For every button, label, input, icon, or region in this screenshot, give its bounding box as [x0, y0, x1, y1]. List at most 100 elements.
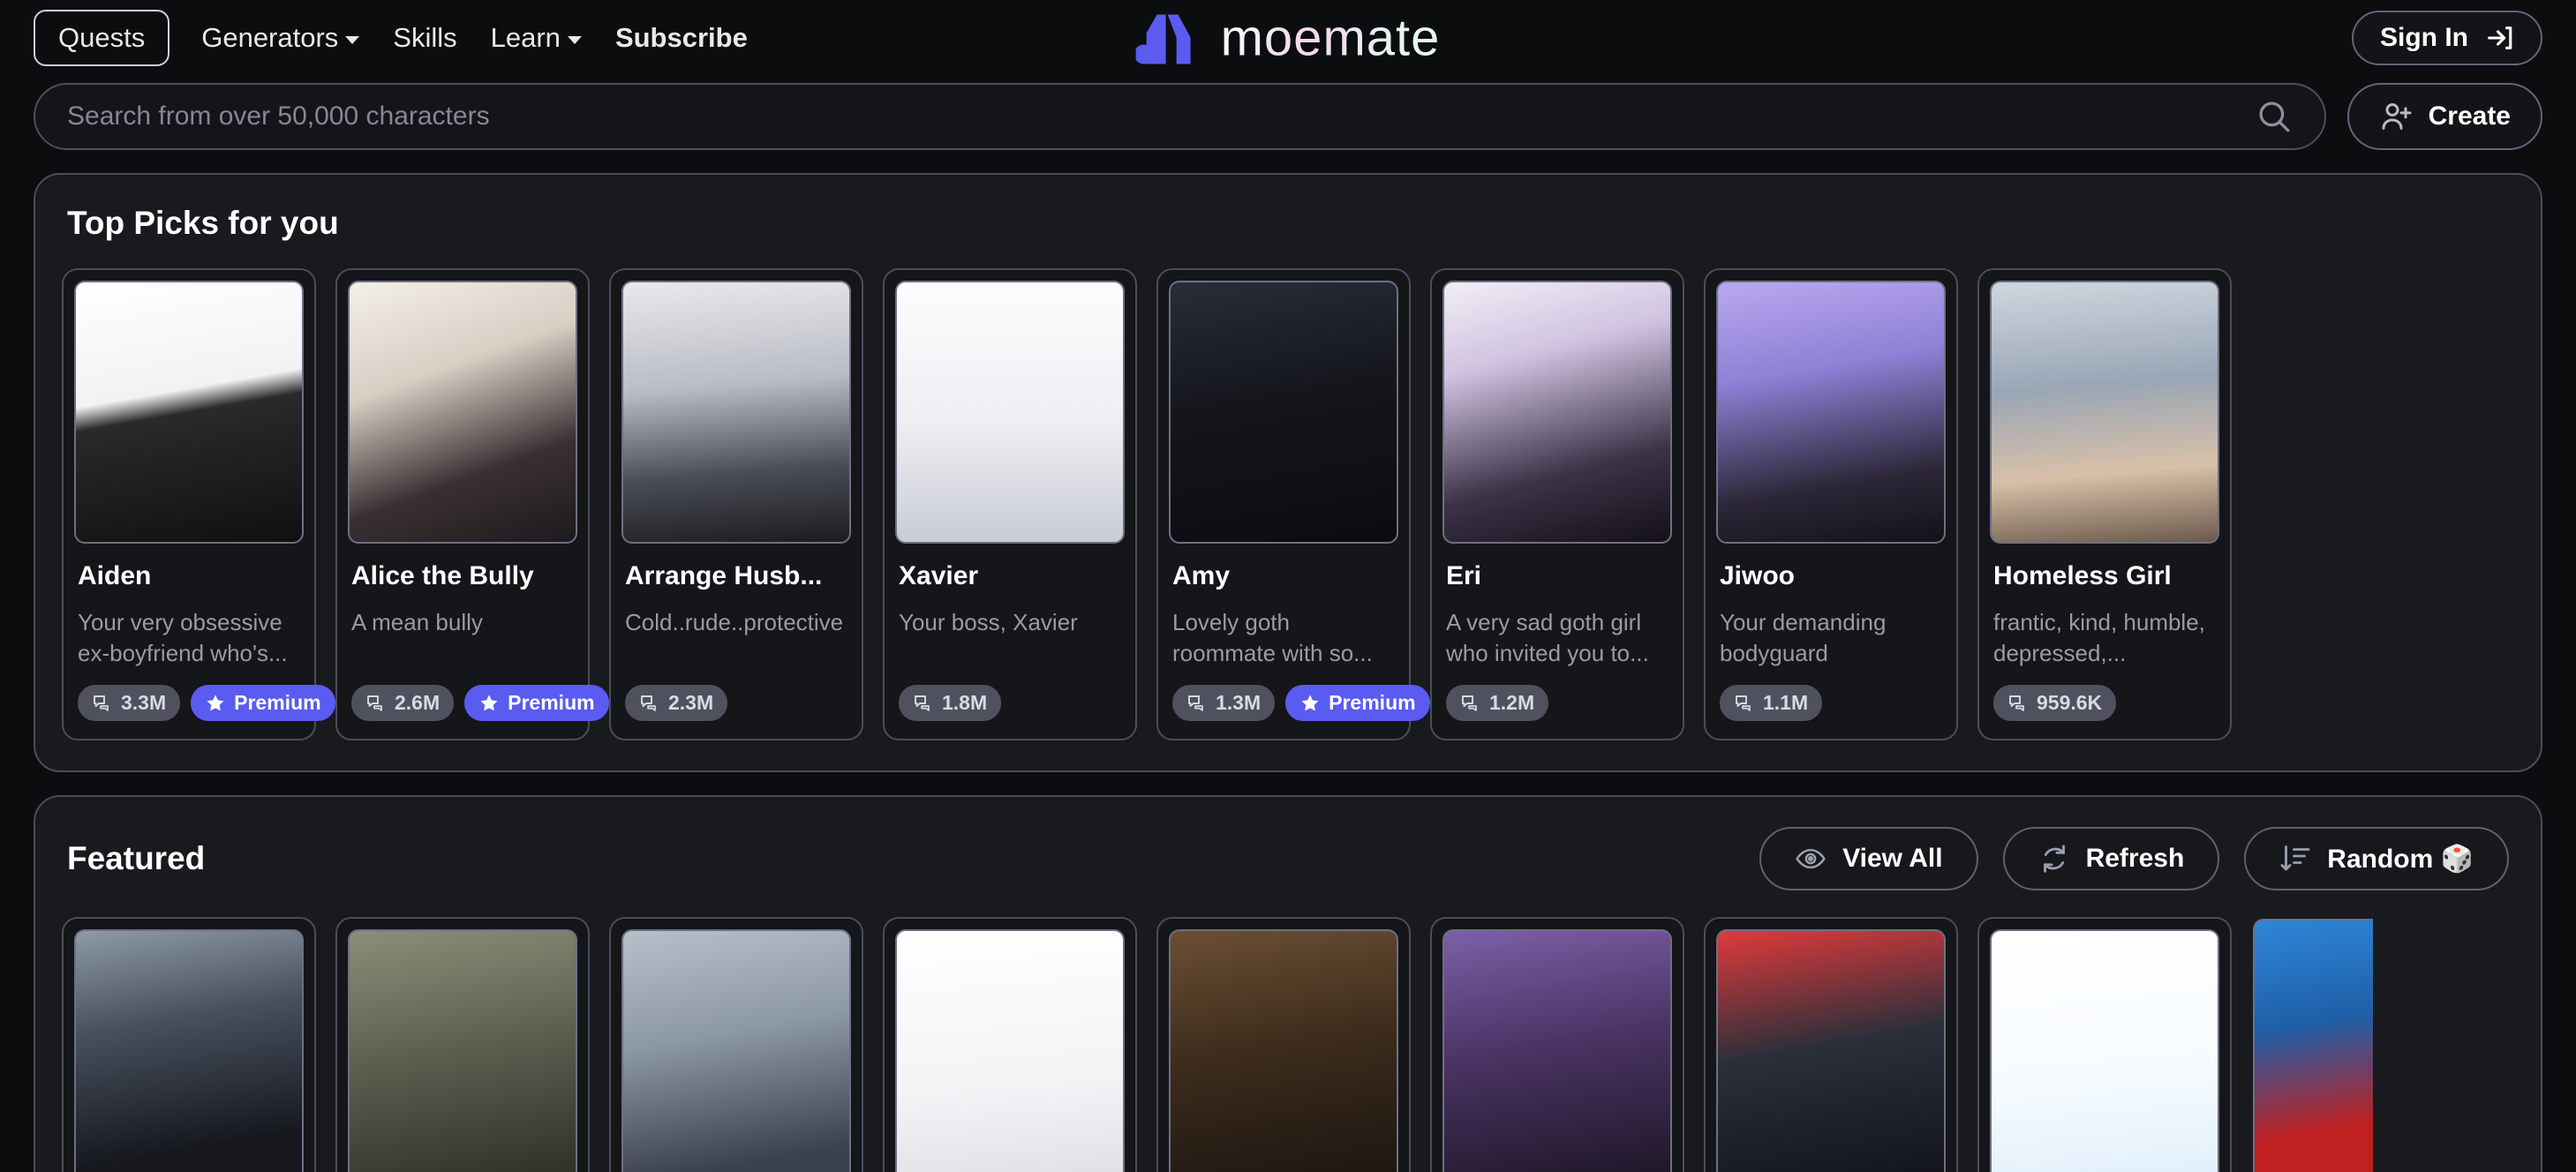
search-box[interactable] [34, 83, 2326, 150]
character-name: Alice the Bully [351, 561, 534, 590]
search-row: Create [0, 83, 2576, 150]
nav-item-subscribe[interactable]: Subscribe [603, 15, 760, 61]
character-thumbnail[interactable] [1716, 281, 1946, 544]
chat-bubbles-icon [94, 695, 109, 711]
character-thumbnail[interactable] [1990, 281, 2219, 544]
premium-label: Premium [1329, 691, 1416, 714]
featured-title: Featured [67, 840, 206, 876]
featured-card[interactable] [2251, 917, 2375, 1172]
star-icon [480, 694, 498, 710]
featured-thumbnail[interactable] [2253, 919, 2373, 1172]
chat-bubbles-icon [1736, 695, 1751, 711]
chat-count-badge: 1.3M [1172, 685, 1276, 721]
top-picks-panel: Top Picks for you Aiden Your very obsess… [34, 173, 2542, 772]
chat-count-label: 1.1M [1763, 691, 1809, 714]
character-name: Aiden [78, 561, 152, 590]
sort-descending-icon [2280, 845, 2310, 871]
featured-thumbnail[interactable] [348, 929, 577, 1172]
featured-card[interactable] [883, 917, 1137, 1172]
brand-logo[interactable]: moemate [1135, 9, 1441, 68]
character-card[interactable]: Alice the Bully A mean bully 2.6M Premiu… [335, 268, 609, 740]
character-thumbnail[interactable] [348, 281, 577, 544]
premium-label: Premium [508, 691, 595, 714]
featured-card[interactable] [609, 917, 863, 1172]
nav-item-label: Skills [393, 22, 457, 53]
premium-badge: Premium [1285, 685, 1430, 721]
character-thumbnail[interactable] [621, 281, 851, 544]
character-card[interactable]: Homeless Girl frantic, kind, humble, dep… [1977, 268, 2232, 740]
featured-card[interactable] [335, 917, 590, 1172]
nav-item-learn[interactable]: Learn [478, 15, 594, 61]
featured-panel: Featured View All Refresh Random 🎲 [34, 795, 2542, 1172]
refresh-icon [2043, 845, 2065, 873]
top-picks-card-strip[interactable]: Aiden Your very obsessive ex-boyfriend w… [62, 268, 2514, 740]
premium-label: Premium [234, 691, 321, 714]
refresh-label: Refresh [2085, 844, 2185, 873]
chat-count-badge: 1.1M [1720, 685, 1823, 721]
nav-item-skills[interactable]: Skills [380, 15, 469, 61]
featured-card[interactable] [62, 917, 316, 1172]
card-badges: 959.6K [1993, 685, 2216, 721]
character-card[interactable]: Amy Lovely goth roommate with so... 1.3M… [1156, 268, 1430, 740]
chat-count-label: 959.6K [2037, 691, 2103, 714]
chat-count-label: 1.8M [942, 691, 988, 714]
featured-card[interactable] [1704, 917, 1958, 1172]
user-plus-icon [2382, 103, 2412, 130]
random-button[interactable]: Random 🎲 [2244, 827, 2509, 890]
character-description: Your very obsessive ex-boyfriend who's..… [78, 609, 288, 667]
star-icon [207, 694, 224, 710]
featured-card[interactable] [1156, 917, 1411, 1172]
character-description: A mean bully [351, 609, 483, 635]
chat-count-badge: 3.3M [78, 685, 181, 721]
character-name: Amy [1172, 561, 1231, 590]
character-thumbnail[interactable] [1442, 281, 1672, 544]
character-card[interactable]: Eri A very sad goth girl who invited you… [1430, 268, 1684, 740]
card-badges: 2.6M Premium [351, 685, 609, 721]
chat-count-badge: 1.8M [899, 685, 1002, 721]
nav-item-generators[interactable]: Generators [189, 15, 372, 61]
character-thumbnail[interactable] [1169, 281, 1398, 544]
nav-item-label: Subscribe [614, 22, 748, 53]
featured-thumbnail[interactable] [1169, 929, 1398, 1172]
featured-thumbnail[interactable] [74, 929, 304, 1172]
character-description: frantic, kind, humble, depressed,... [1993, 609, 2205, 667]
card-badges: 3.3M Premium [78, 685, 335, 721]
featured-card-strip[interactable] [62, 917, 2514, 1172]
refresh-button[interactable]: Refresh [2002, 827, 2220, 890]
nav-item-quests[interactable]: Quests [34, 10, 170, 66]
character-thumbnail[interactable] [895, 281, 1125, 544]
chevron-down-icon [567, 35, 582, 44]
featured-thumbnail[interactable] [1990, 929, 2219, 1172]
character-name: Xavier [899, 561, 979, 590]
create-button[interactable]: Create [2346, 83, 2542, 150]
sign-in-button[interactable]: Sign In [2352, 11, 2542, 65]
character-name: Eri [1446, 561, 1482, 590]
character-name: Jiwoo [1720, 561, 1796, 590]
chat-count-badge: 2.3M [625, 685, 728, 721]
view-all-button[interactable]: View All [1759, 827, 1978, 890]
featured-card[interactable] [1977, 917, 2232, 1172]
view-all-label: View All [1842, 844, 1943, 873]
star-icon [1301, 694, 1319, 710]
character-card[interactable]: Xavier Your boss, Xavier 1.8M [883, 268, 1137, 740]
nav-item-label: Quests [58, 22, 146, 53]
featured-thumbnail[interactable] [621, 929, 851, 1172]
chat-bubbles-icon [1462, 695, 1477, 711]
featured-thumbnail[interactable] [1716, 929, 1946, 1172]
character-card[interactable]: Jiwoo Your demanding bodyguard 1.1M [1704, 268, 1958, 740]
character-thumbnail[interactable] [74, 281, 304, 544]
featured-thumbnail[interactable] [895, 929, 1125, 1172]
search-input[interactable] [67, 101, 2256, 131]
character-card[interactable]: Arrange Husb... Cold..rude..protective 2… [609, 268, 863, 740]
eye-icon [1796, 848, 1826, 869]
moemate-logo-mark-icon [1135, 14, 1191, 64]
featured-thumbnail[interactable] [1442, 929, 1672, 1172]
featured-card[interactable] [1430, 917, 1684, 1172]
character-card[interactable]: Aiden Your very obsessive ex-boyfriend w… [62, 268, 335, 740]
chat-count-badge: 959.6K [1993, 685, 2117, 721]
search-icon[interactable] [2256, 98, 2293, 135]
nav-items: Quests Generators Skills Learn Subscribe [34, 10, 760, 66]
card-badges: 1.8M [899, 685, 1121, 721]
top-navbar: Quests Generators Skills Learn Subscribe… [0, 0, 2576, 76]
card-badges: 1.3M Premium [1172, 685, 1430, 721]
